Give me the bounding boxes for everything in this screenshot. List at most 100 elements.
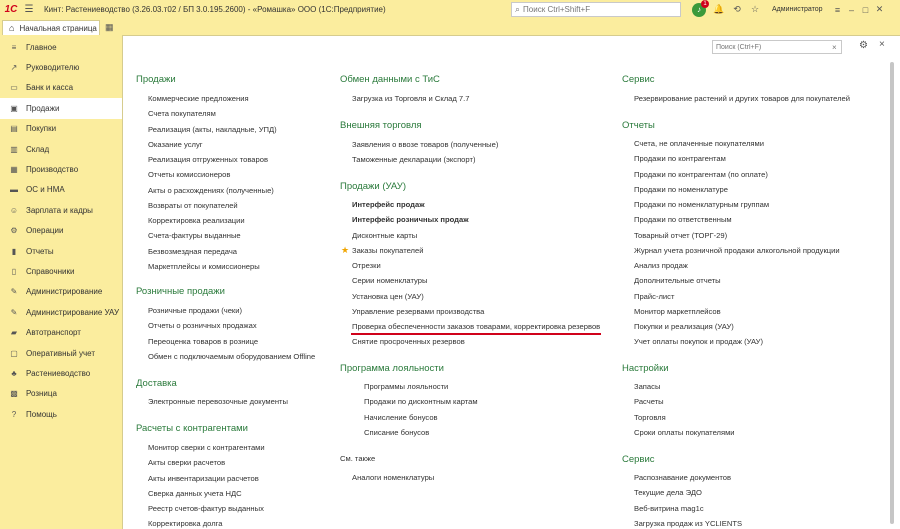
command-link[interactable]: Дополнительные отчеты (634, 276, 721, 285)
command-link[interactable]: Интерфейс продаж (352, 200, 425, 209)
history-icon[interactable]: ⟲ (730, 1, 744, 18)
favorite-star-icon[interactable]: ★ (341, 245, 349, 256)
close-window-icon[interactable]: ✕ (873, 4, 887, 15)
sidebar-item[interactable]: ⚙ Операции (0, 221, 122, 241)
command-link[interactable]: Списание бонусов (364, 428, 429, 437)
sidebar-item[interactable]: ▣ Продажи (0, 98, 122, 119)
command-link[interactable]: Продажи по ответственным (634, 215, 732, 224)
command-link[interactable]: Маркетплейсы и комиссионеры (148, 262, 260, 271)
command-link[interactable]: Программы лояльности (364, 382, 448, 391)
command-link[interactable]: Журнал учета розничной продажи алкогольн… (634, 246, 840, 255)
command-link[interactable]: Продажи по контрагентам (по оплате) (634, 170, 768, 179)
command-link[interactable]: Розничные продажи (чеки) (148, 306, 242, 315)
sidebar-item[interactable]: ? Помощь (0, 404, 122, 424)
global-search-input[interactable] (523, 5, 674, 14)
command-link[interactable]: Загрузка продаж из YCLIENTS (634, 519, 742, 528)
main-menu-icon[interactable]: ☰ (22, 0, 36, 19)
sidebar-item[interactable]: ☺ Зарплата и кадры (0, 200, 122, 220)
sidebar-item[interactable]: ↗ Руководителю (0, 57, 122, 77)
open-windows-icon[interactable]: ▦ (105, 22, 114, 33)
minimize-icon[interactable]: – (845, 5, 859, 15)
command-link[interactable]: Текущие дела ЭДО (634, 488, 702, 497)
close-icon[interactable]: × (879, 39, 885, 50)
sidebar-item[interactable]: ✎ Администрирование (0, 282, 122, 302)
command-link[interactable]: Коммерческие предложения (148, 94, 249, 103)
global-search[interactable]: ⌕ (511, 2, 681, 17)
notifications-icon[interactable]: ♪ 1 (692, 0, 709, 17)
favorites-icon[interactable]: ☆ (748, 1, 762, 18)
panel-search[interactable]: × (712, 40, 842, 54)
command-link[interactable]: Отчеты комиссионеров (148, 170, 230, 179)
command-link[interactable]: Интерфейс розничных продаж (352, 215, 469, 224)
command-link[interactable]: Сроки оплаты покупателями (634, 428, 735, 437)
sidebar-item[interactable]: ♣ Растениеводство (0, 363, 122, 383)
command-link[interactable]: Продажи по контрагентам (634, 154, 726, 163)
tab-home[interactable]: ⌂ Начальная страница (2, 20, 100, 35)
command-link[interactable]: Возвраты от покупателей (148, 201, 238, 210)
sidebar-item[interactable]: ▭ Банк и касса (0, 78, 122, 98)
command-link[interactable]: Запасы (634, 382, 660, 391)
command-link[interactable]: Снятие просроченных резервов (352, 337, 465, 346)
command-link[interactable]: Резервирование растений и других товаров… (634, 94, 850, 103)
command-link[interactable]: Отчеты о розничных продажах (148, 321, 257, 330)
command-link[interactable]: Установка цен (УАУ) (352, 292, 424, 301)
command-link[interactable]: Учет оплаты покупок и продаж (УАУ) (634, 337, 763, 346)
command-link[interactable]: Акты о расхождениях (полученные) (148, 186, 274, 195)
command-link[interactable]: Дисконтные карты (352, 231, 417, 240)
settings-menu-icon[interactable]: ≡ (831, 5, 845, 15)
command-link[interactable]: Безвозмездная передача (148, 247, 237, 256)
command-link[interactable]: Монитор маркетплейсов (634, 307, 721, 316)
command-link[interactable]: Проверка обеспеченности заказов товарами… (352, 322, 600, 331)
command-link[interactable]: Анализ продаж (634, 261, 688, 270)
command-link[interactable]: Оказание услуг (148, 140, 203, 149)
command-link[interactable]: Электронные перевозочные документы (148, 397, 288, 406)
command-link[interactable]: Веб-витрина mag1c (634, 504, 704, 513)
sidebar-item[interactable]: ≡ Главное (0, 37, 122, 57)
command-link[interactable]: Реестр счетов-фактур выданных (148, 504, 264, 513)
panel-search-input[interactable] (716, 43, 826, 51)
scrollbar[interactable] (889, 60, 895, 528)
command-link[interactable]: Корректировка долга (148, 519, 223, 528)
sidebar-item[interactable]: ▮ Отчеты (0, 241, 122, 261)
gear-icon[interactable]: ⚙ (859, 40, 868, 51)
sidebar-item[interactable]: ▰ Автотранспорт (0, 322, 122, 342)
command-link[interactable]: Расчеты (634, 397, 664, 406)
sidebar-item[interactable]: ▥ Склад (0, 139, 122, 159)
command-link[interactable]: Отрезки (352, 261, 381, 270)
command-link[interactable]: Монитор сверки с контрагентами (148, 443, 265, 452)
scroll-thumb[interactable] (890, 62, 894, 524)
command-link[interactable]: Продажи по номенклатурным группам (634, 200, 769, 209)
command-link[interactable]: Сверка данных учета НДС (148, 489, 242, 498)
command-link[interactable]: Заказы покупателей (352, 246, 423, 255)
sidebar-item[interactable]: ▢ Оперативный учет (0, 343, 122, 363)
command-link[interactable]: Покупки и реализация (УАУ) (634, 322, 734, 331)
sidebar-item[interactable]: ✎ Администрирование УАУ (0, 302, 122, 322)
command-link[interactable]: Счета, не оплаченные покупателями (634, 139, 764, 148)
command-link[interactable]: Серии номенклатуры (352, 276, 427, 285)
sidebar-item[interactable]: ▤ Покупки (0, 119, 122, 139)
command-link[interactable]: Счета покупателям (148, 109, 216, 118)
command-link[interactable]: Управление резервами производства (352, 307, 484, 316)
command-link[interactable]: Торговля (634, 413, 666, 422)
command-link[interactable]: Акты инвентаризации расчетов (148, 474, 259, 483)
command-link[interactable]: Начисление бонусов (364, 413, 438, 422)
user-name[interactable]: Администратор (772, 6, 823, 13)
command-link[interactable]: Аналоги номенклатуры (352, 473, 434, 482)
command-link[interactable]: Продажи по дисконтным картам (364, 397, 478, 406)
command-link[interactable]: Прайс-лист (634, 292, 674, 301)
command-link[interactable]: Корректировка реализации (148, 216, 245, 225)
command-link[interactable]: Распознавание документов (634, 473, 731, 482)
command-link[interactable]: Обмен с подключаемым оборудованием Offli… (148, 352, 315, 361)
command-link[interactable]: Акты сверки расчетов (148, 458, 225, 467)
command-link[interactable]: Переоценка товаров в рознице (148, 337, 258, 346)
maximize-icon[interactable]: □ (859, 5, 873, 15)
command-link[interactable]: Счета-фактуры выданные (148, 231, 241, 240)
sidebar-item[interactable]: ▩ Розница (0, 384, 122, 404)
sidebar-item[interactable]: ▬ ОС и НМА (0, 180, 122, 200)
sidebar-item[interactable]: ▯ Справочники (0, 261, 122, 281)
sidebar-item[interactable]: ▦ Производство (0, 159, 122, 179)
command-link[interactable]: Загрузка из Торговля и Склад 7.7 (352, 94, 469, 103)
command-link[interactable]: Продажи по номенклатуре (634, 185, 728, 194)
bell-icon[interactable]: 🔔 (712, 1, 726, 18)
clear-icon[interactable]: × (832, 43, 837, 52)
